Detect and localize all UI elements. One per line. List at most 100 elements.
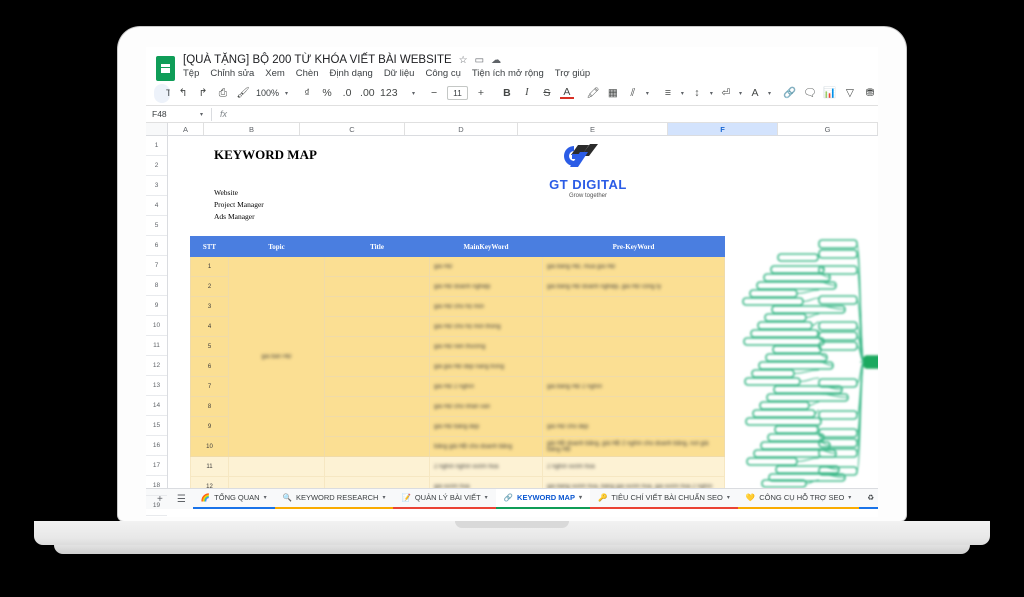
- cell-title[interactable]: [324, 416, 430, 437]
- cell-main[interactable]: giá HĐ: [429, 256, 543, 277]
- column-header-e[interactable]: E: [518, 123, 668, 135]
- row-header-6[interactable]: 6: [146, 236, 167, 256]
- move-to-folder-icon[interactable]: ▭: [475, 55, 484, 66]
- col-mainkeyword[interactable]: MainKeyWord: [429, 236, 543, 257]
- cell-main[interactable]: 2 nghìn nghìn vườn hoa: [429, 456, 543, 477]
- insert-comment-button[interactable]: 🗨: [803, 88, 817, 99]
- row-header-5[interactable]: 5: [146, 216, 167, 236]
- cell-title[interactable]: [324, 396, 430, 417]
- column-header-c[interactable]: C: [300, 123, 405, 135]
- cell-pre[interactable]: 2 nghìn vườn hoa: [542, 456, 725, 477]
- cell-pre[interactable]: [542, 396, 725, 417]
- select-all-corner[interactable]: [146, 123, 168, 135]
- sheet-tab-4[interactable]: 🔑 TIÊU CHÍ VIẾT BÀI CHUẨN SEO ▾: [589, 489, 738, 509]
- search-input-placeholder[interactable]: Trình đơ: [166, 88, 170, 98]
- more-formats-button[interactable]: 123: [380, 88, 398, 99]
- cell-main[interactable]: giá HĐ cho hộ mới thông: [429, 316, 543, 337]
- cloud-status-icon[interactable]: ☁: [491, 55, 501, 66]
- table-row[interactable]: 11 2 nghìn nghìn vườn hoa 2 nghìn vườn hoa: [190, 456, 725, 477]
- menu-item-edit[interactable]: Chỉnh sửa: [210, 68, 254, 79]
- chevron-down-icon-merge[interactable]: ▾: [646, 90, 649, 97]
- table-row[interactable]: 1 giá bàn HĐ giá HĐ giá bảng HĐ, mua giá HĐ: [190, 256, 725, 457]
- column-header-d[interactable]: D: [405, 123, 518, 135]
- row-header-4[interactable]: 4: [146, 196, 167, 216]
- italic-button[interactable]: I: [520, 87, 534, 99]
- paint-format-button[interactable]: 🖌: [236, 88, 250, 99]
- decrease-decimal-button[interactable]: .0: [340, 88, 354, 99]
- chevron-down-icon-tab[interactable]: ▾: [382, 494, 385, 501]
- row-header-20[interactable]: 20: [146, 516, 167, 517]
- col-title[interactable]: Title: [324, 236, 430, 257]
- row-header-17[interactable]: 17: [146, 456, 167, 476]
- row-header-16[interactable]: 16: [146, 436, 167, 456]
- cell-title[interactable]: [324, 356, 430, 377]
- cell-stt[interactable]: 10: [190, 436, 229, 457]
- row-header-12[interactable]: 12: [146, 356, 167, 376]
- cell-title[interactable]: [324, 376, 430, 397]
- cell-stt[interactable]: 12: [190, 476, 229, 488]
- cell-pre[interactable]: [542, 336, 725, 357]
- name-box[interactable]: F48: [152, 109, 192, 119]
- document-title[interactable]: [QUÀ TẶNG] BỘ 200 TỪ KHÓA VIẾT BÀI WEBSI…: [183, 54, 452, 66]
- cell-main[interactable]: giá HĐ 2 nghìn: [429, 376, 543, 397]
- cell-main[interactable]: giá vườn hoa: [429, 476, 543, 488]
- cell-title[interactable]: [324, 336, 430, 357]
- filter-views-button[interactable]: ⛃: [863, 88, 877, 99]
- cell-stt[interactable]: 7: [190, 376, 229, 397]
- undo-button[interactable]: ↰: [176, 88, 190, 99]
- cell-stt[interactable]: 1: [190, 256, 229, 277]
- create-filter-button[interactable]: ▽: [843, 88, 857, 99]
- cell-main[interactable]: giá HĐ doanh nghiệp: [429, 276, 543, 297]
- cell-stt[interactable]: 3: [190, 296, 229, 317]
- bold-button[interactable]: B: [500, 88, 514, 99]
- cell-title[interactable]: [324, 296, 430, 317]
- chevron-down-icon-tab[interactable]: ▾: [264, 494, 267, 501]
- cell-stt[interactable]: 6: [190, 356, 229, 377]
- cell-pre[interactable]: [542, 356, 725, 377]
- cell-pre[interactable]: [542, 316, 725, 337]
- menu-item-extensions[interactable]: Tiện ích mở rộng: [472, 68, 544, 79]
- chevron-down-icon-halign[interactable]: ▾: [681, 90, 684, 97]
- sheet-tab-2[interactable]: 📝 QUẢN LÝ BÀI VIẾT ▾: [393, 489, 496, 509]
- sheet-tab-0[interactable]: 🌈 TỔNG QUAN ▾: [192, 489, 275, 509]
- cell-stt[interactable]: 4: [190, 316, 229, 337]
- insert-chart-button[interactable]: 📊: [823, 88, 837, 99]
- cell-main[interactable]: giá HĐ cho nhân văn: [429, 396, 543, 417]
- sheets-logo-icon[interactable]: [156, 56, 175, 81]
- row-header-3[interactable]: 3: [146, 176, 167, 196]
- chevron-down-icon-valign[interactable]: ▾: [710, 90, 713, 97]
- chevron-down-icon-tab[interactable]: ▾: [848, 494, 851, 501]
- text-rotation-button[interactable]: A: [748, 88, 762, 99]
- cell-title[interactable]: [324, 276, 430, 297]
- cell-stt[interactable]: 2: [190, 276, 229, 297]
- row-header-13[interactable]: 13: [146, 376, 167, 396]
- chevron-down-icon-font[interactable]: ▾: [412, 90, 415, 97]
- insert-link-button[interactable]: 🔗: [783, 88, 797, 99]
- row-header-1[interactable]: 1: [146, 136, 167, 156]
- row-header-19[interactable]: 19: [146, 496, 167, 516]
- cell-main[interactable]: giá HĐ cho hộ mới: [429, 296, 543, 317]
- cell-topic[interactable]: [228, 476, 325, 488]
- table-row[interactable]: 12 giá vườn hoa giá bảng vườn hoa, bảng gi…: [190, 476, 725, 488]
- row-header-14[interactable]: 14: [146, 396, 167, 416]
- star-icon[interactable]: ☆: [459, 55, 468, 66]
- sheet-tab-3[interactable]: 🔗 KEYWORD MAP ▾: [495, 489, 590, 509]
- print-button[interactable]: ⎙: [216, 88, 230, 99]
- cell-pre[interactable]: giá HĐ doanh bằng, giá HĐ 2 nghìn cho do…: [542, 436, 725, 457]
- column-header-g[interactable]: G: [778, 123, 878, 135]
- borders-button[interactable]: ▦: [606, 88, 620, 99]
- cell-pre[interactable]: giá bảng HĐ doanh nghiệp, giá HĐ công ty: [542, 276, 725, 297]
- cell-pre[interactable]: giá HĐ cho đẹp: [542, 416, 725, 437]
- cell-pre[interactable]: giá bảng vườn hoa, bảng giá vườn hoa, gi…: [542, 476, 725, 488]
- col-topic[interactable]: Topic: [228, 236, 325, 257]
- sheet-tab-6[interactable]: ♻CÁC D▾: [859, 489, 878, 509]
- horizontal-align-button[interactable]: ≡: [661, 88, 675, 99]
- menu-item-data[interactable]: Dữ liệu: [384, 68, 415, 79]
- chevron-down-icon-tab[interactable]: ▾: [579, 494, 582, 501]
- row-header-2[interactable]: 2: [146, 156, 167, 176]
- text-wrap-button[interactable]: ⏎: [719, 88, 733, 99]
- sheet-canvas[interactable]: KEYWORD MAP Website Project Manager Ads …: [168, 136, 878, 488]
- cell-main[interactable]: giá HĐ nền thương: [429, 336, 543, 357]
- cell-main[interactable]: giá HĐ bảng đẹp: [429, 416, 543, 437]
- sheet-tab-1[interactable]: 🔍 KEYWORD RESEARCH ▾: [274, 489, 394, 509]
